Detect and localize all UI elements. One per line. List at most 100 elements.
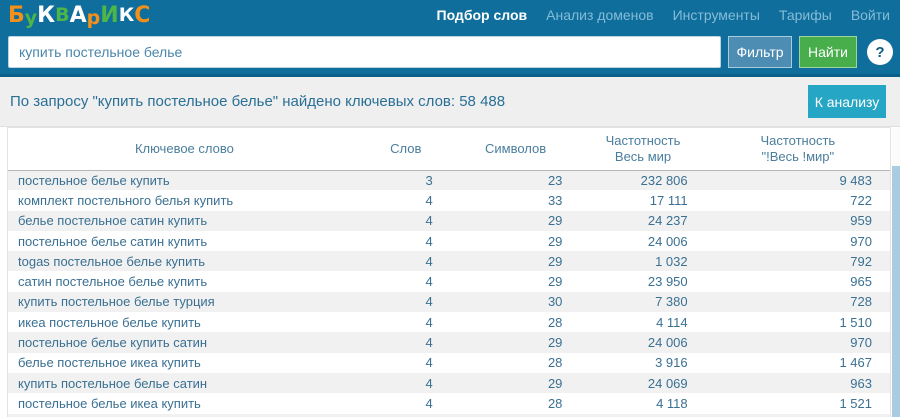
table-row: постельное белье купить сатин 4 29 24 00…: [8, 332, 890, 352]
nav-tools[interactable]: Инструменты: [673, 7, 760, 23]
logo-letter: К: [119, 6, 135, 25]
logo-letter: р: [87, 9, 101, 28]
freq-world-cell: 24 069: [580, 373, 705, 393]
chars-cell: 29: [451, 271, 581, 291]
table-row: белье постельное икеа купить 4 28 3 916 …: [8, 353, 890, 373]
table-row: постельное белье купить 3 23 232 806 9 4…: [8, 170, 890, 190]
keyword-cell[interactable]: купить постельное белье сатин: [8, 373, 361, 393]
keyword-cell[interactable]: белье постельное икеа купить: [8, 353, 361, 373]
logo-letter: И: [100, 5, 118, 27]
col-header-freq-world[interactable]: ЧастотностьВесь мир: [580, 128, 705, 170]
chars-cell: 29: [451, 332, 581, 352]
logo-letter: К: [37, 5, 55, 27]
freq-exact-cell: 965: [706, 271, 890, 291]
help-icon[interactable]: ?: [867, 39, 893, 65]
freq-world-cell: 24 237: [580, 211, 705, 231]
keyword-cell[interactable]: постельное белье купить сатин: [8, 332, 361, 352]
freq-exact-cell: 963: [706, 373, 890, 393]
freq-exact-cell: 1 510: [706, 312, 890, 332]
freq-world-cell: 3 916: [580, 353, 705, 373]
main-nav: Подбор слов Анализ доменов Инструменты Т…: [437, 7, 891, 23]
freq-exact-cell: 970: [706, 231, 890, 251]
freq-exact-cell: 722: [706, 190, 890, 210]
logo-letter: С: [134, 5, 150, 27]
chars-cell: 29: [451, 373, 581, 393]
logo-letter: В: [55, 6, 69, 25]
freq-exact-cell: 1 521: [706, 393, 890, 413]
bukvarix-logo[interactable]: Б у К В А р И К С: [8, 5, 150, 27]
words-cell: 4: [361, 251, 451, 271]
freq-world-cell: 4 114: [580, 312, 705, 332]
freq-exact-cell: 970: [706, 332, 890, 352]
freq-world-cell: 232 806: [580, 170, 705, 190]
chars-cell: 28: [451, 312, 581, 332]
chars-cell: 33: [451, 190, 581, 210]
nav-domain-analysis[interactable]: Анализ доменов: [546, 7, 653, 23]
chars-cell: 29: [451, 251, 581, 271]
keyword-cell[interactable]: сатин постельное белье купить: [8, 271, 361, 291]
logo-letter: А: [70, 5, 87, 27]
keyword-cell[interactable]: икеа постельное белье купить: [8, 312, 361, 332]
freq-exact-cell: 1 467: [706, 353, 890, 373]
keyword-cell[interactable]: togas постельное белье купить: [8, 251, 361, 271]
freq-exact-cell: 792: [706, 251, 890, 271]
search-input[interactable]: [8, 36, 721, 68]
logo-letter: Б: [8, 5, 25, 27]
table-row: комплект постельного белья купить 4 33 1…: [8, 190, 890, 210]
words-cell: 4: [361, 271, 451, 291]
scrollbar-thumb[interactable]: [892, 166, 900, 417]
search-bar: Фильтр Найти ?: [0, 30, 900, 77]
freq-world-cell: 24 006: [580, 332, 705, 352]
freq-exact-cell: 959: [706, 211, 890, 231]
nav-tariffs[interactable]: Тарифы: [779, 7, 832, 23]
table-row: купить постельное белье турция 4 30 7 38…: [8, 292, 890, 312]
words-cell: 4: [361, 393, 451, 413]
words-cell: 4: [361, 231, 451, 251]
freq-world-cell: 17 111: [580, 190, 705, 210]
table-row: белье постельное сатин купить 4 29 24 23…: [8, 211, 890, 231]
table-row: икеа постельное белье купить 4 28 4 114 …: [8, 312, 890, 332]
top-bar: Б у К В А р И К С Подбор слов Анализ дом…: [0, 0, 900, 30]
nav-login[interactable]: Войти: [851, 7, 890, 23]
vertical-scrollbar[interactable]: [892, 128, 900, 417]
freq-world-cell: 23 950: [580, 271, 705, 291]
keyword-cell[interactable]: постельное белье купить: [8, 170, 361, 190]
chars-cell: 30: [451, 292, 581, 312]
nav-word-selection[interactable]: Подбор слов: [437, 7, 528, 23]
table-row: постельное белье икеа купить 4 28 4 118 …: [8, 393, 890, 413]
col-header-chars[interactable]: Символов: [451, 128, 581, 170]
chars-cell: 28: [451, 353, 581, 373]
table-row: togas постельное белье купить 4 29 1 032…: [8, 251, 890, 271]
table-row: купить постельное белье сатин 4 29 24 06…: [8, 373, 890, 393]
words-cell: 4: [361, 190, 451, 210]
results-summary: По запросу "купить постельное белье" най…: [10, 93, 505, 110]
keyword-cell[interactable]: постельное белье икеа купить: [8, 393, 361, 413]
words-cell: 4: [361, 292, 451, 312]
col-header-keyword[interactable]: Ключевое слово: [8, 128, 361, 170]
words-cell: 4: [361, 373, 451, 393]
results-bar: По запросу "купить постельное белье" най…: [0, 77, 900, 127]
keywords-table: Ключевое слово Слов Символов Частотность…: [7, 127, 891, 417]
freq-exact-cell: 9 483: [706, 170, 890, 190]
table-header-row: Ключевое слово Слов Символов Частотность…: [8, 128, 890, 170]
chars-cell: 28: [451, 393, 581, 413]
col-header-words[interactable]: Слов: [361, 128, 451, 170]
keyword-cell[interactable]: постельное белье сатин купить: [8, 231, 361, 251]
chars-cell: 29: [451, 231, 581, 251]
logo-letter: у: [25, 9, 37, 28]
table-row-partial: [8, 414, 890, 417]
table-row: постельное белье сатин купить 4 29 24 00…: [8, 231, 890, 251]
words-cell: 4: [361, 312, 451, 332]
freq-world-cell: 7 380: [580, 292, 705, 312]
words-cell: 4: [361, 353, 451, 373]
keyword-cell[interactable]: белье постельное сатин купить: [8, 211, 361, 231]
analyze-button[interactable]: К анализу: [808, 85, 886, 118]
find-button[interactable]: Найти: [799, 36, 857, 68]
freq-world-cell: 1 032: [580, 251, 705, 271]
col-header-freq-exact[interactable]: Частотность"!Весь !мир": [706, 128, 890, 170]
words-cell: 4: [361, 211, 451, 231]
keyword-cell[interactable]: купить постельное белье турция: [8, 292, 361, 312]
freq-world-cell: 4 118: [580, 393, 705, 413]
keyword-cell[interactable]: комплект постельного белья купить: [8, 190, 361, 210]
filter-button[interactable]: Фильтр: [728, 36, 792, 68]
